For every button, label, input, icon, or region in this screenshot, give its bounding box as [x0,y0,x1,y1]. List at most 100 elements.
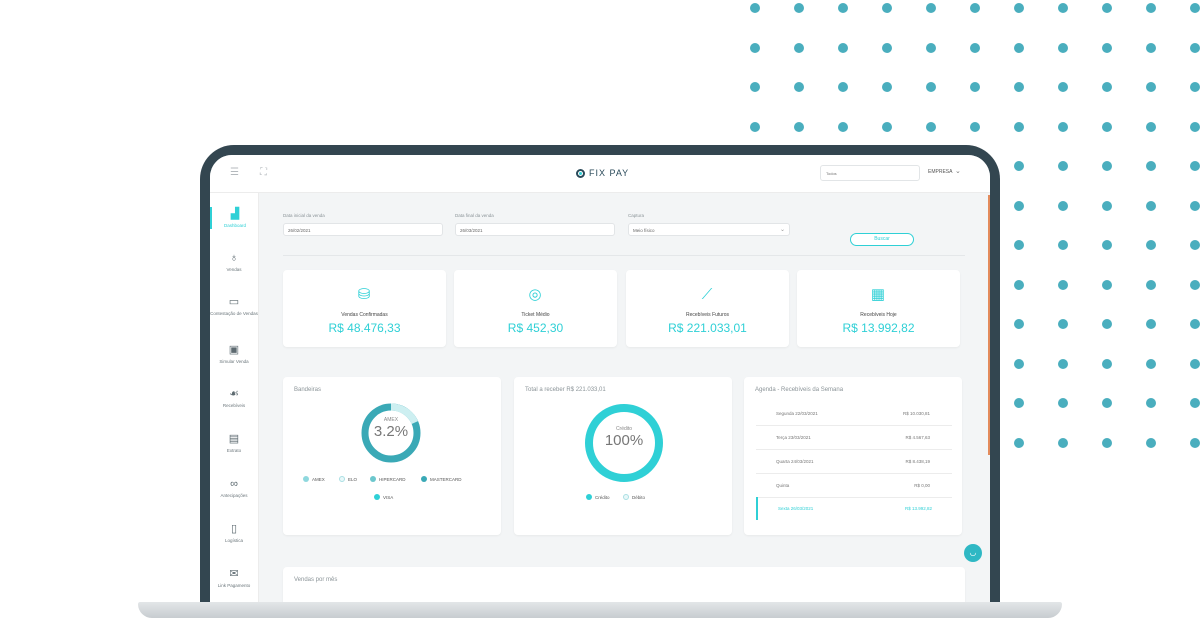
donut-value: 100% [604,432,644,449]
legend-dot [303,476,309,482]
sidebar-item-logistica[interactable]: ▯ Logística [210,522,258,544]
agenda-row[interactable]: Terça 23/03/2021 R$ 4.567,63 [756,426,952,450]
kpi-card-vendas: ⛁ Vendas Confirmadas R$ 48.476,33 [283,270,446,347]
card-title: Total a receber R$ 221.033,01 [525,387,606,393]
agenda-day: Quinta [776,483,790,488]
kpi-label: Vendas Confirmadas [341,312,388,318]
decorative-dot [1102,279,1112,290]
decorative-dot [1058,240,1068,250]
decorative-dot [1190,319,1200,329]
calculator-icon: ▣ [228,344,240,356]
agenda-row[interactable]: Quarta 24/03/2021 R$ 8.438,19 [756,450,952,474]
legend-label: AMEX [312,476,325,482]
sidebar-item-dashboard[interactable]: ▟ Dashboard [210,207,258,229]
decorative-dot [1146,3,1156,13]
sidebar-item-vendas[interactable]: ♁ Vendas [210,251,258,273]
agenda-card: Agenda - Recebíveis da Semana Segunda 22… [744,377,962,535]
start-date-field[interactable]: 26/02/2021 [283,223,443,236]
decorative-dot [750,3,760,13]
sidebar-item-simular-venda[interactable]: ▣ Simular Venda [210,343,258,365]
sidebar-item-label: Vendas [226,267,242,272]
kpi-label: Recebíveis Futuros [685,312,730,318]
decorative-dot [1058,161,1068,171]
decorative-dot [1058,437,1068,448]
coin-icon: ◎ [528,286,542,303]
legend-hipercard[interactable]: HIPERCARD [370,476,406,482]
legend-mastercard[interactable]: MASTERCARD [421,476,462,482]
decorative-dot [1058,358,1068,369]
decorative-dot [1014,240,1024,250]
legend-visa[interactable]: VISA [374,494,393,500]
legend-debito[interactable]: Débito [623,494,645,500]
decorative-dot [1146,398,1156,408]
agenda-day: Segunda 22/03/2021 [776,411,818,416]
decorative-dot [1102,42,1112,53]
search-button[interactable]: Buscar [850,233,914,246]
agenda-row-today[interactable]: Sexta 26/03/2021 R$ 13.992,82 [756,497,954,520]
bar-chart-icon: ▟ [230,208,240,220]
sidebar-item-antecipacoes[interactable]: ∞ Antecipações [210,477,258,499]
decorative-dot [1190,437,1200,448]
decorative-dot [1058,319,1068,329]
legend-dot [370,476,376,482]
decorative-dot [1058,121,1068,132]
end-date-field[interactable]: 26/03/2021 [455,223,615,236]
decorative-dot [1014,437,1024,448]
agenda-day: Terça 23/03/2021 [776,435,811,440]
kpi-card-ticket: ◎ Ticket Médio R$ 452,30 [454,270,617,347]
sidebar-item-recebiveis[interactable]: ☙ Recebíveis [210,387,258,409]
top-bar: ☰ ⛶ FIX PAY EMPRESA ⌄ [210,155,990,193]
decorative-dot [1102,398,1112,408]
legend-amex[interactable]: AMEX [303,476,325,482]
fullscreen-icon[interactable]: ⛶ [260,167,267,178]
decorative-dot [794,42,804,53]
decorative-dot [1190,42,1200,53]
end-date-label: Data final da venda [455,213,494,218]
decorative-dot [1014,82,1024,92]
chevron-down-icon[interactable]: ⌄ [955,167,961,175]
company-selector[interactable]: EMPRESA [928,169,952,175]
logo-icon [576,168,585,178]
decorative-dot [926,82,936,92]
total-receber-card: Total a receber R$ 221.033,01 Crédito 10… [514,377,732,535]
legend-label: Crédito [595,494,610,500]
scroll-indicator [988,195,990,455]
decorative-dot [1058,398,1068,408]
menu-icon[interactable]: ☰ [230,167,239,178]
decorative-dot [1058,42,1068,53]
decorative-dot [1146,358,1156,369]
donut-value: 3.2% [373,423,409,440]
kpi-label: Ticket Médio [521,312,550,318]
agenda-row[interactable]: Segunda 22/03/2021 R$ 10.030,81 [756,402,952,426]
sidebar-item-label: Antecipações [220,493,248,498]
kpi-value: R$ 13.992,82 [842,321,915,335]
agenda-day: Sexta 26/03/2021 [778,506,814,511]
kpi-value: R$ 48.476,33 [328,321,401,335]
decorative-dot [1190,200,1200,211]
kpi-label: Recebíveis Hoje [860,312,897,318]
decorative-dot [1058,82,1068,92]
chat-icon[interactable]: ◡ [964,544,982,562]
search-input[interactable] [820,165,920,181]
decorative-dot [1102,200,1112,211]
decorative-dot [1014,200,1024,211]
clipboard-list-icon: ▯ [230,523,238,535]
decorative-dot [1102,121,1112,132]
legend-credito[interactable]: Crédito [586,494,610,500]
legend-label: MASTERCARD [430,476,462,482]
legend-elo[interactable]: ELO [339,476,357,482]
decorative-dot [1190,279,1200,290]
sidebar-item-extrato[interactable]: ▤ Extrato [210,432,258,454]
decorative-dot [970,121,980,132]
hand-coin-icon: ☙ [229,388,239,400]
start-date-label: Data inicial da venda [283,213,325,218]
decorative-dot [838,82,848,92]
divider [283,255,965,256]
sidebar-item-link-pagamento[interactable]: ✉ Link Pagamento [210,567,258,589]
agenda-row[interactable]: Quinta R$ 0,00 [756,474,952,498]
card-icon: ▭ [228,296,240,308]
decorative-dot [1058,279,1068,290]
sidebar-item-contestacao[interactable]: ▭ Contestação de Vendas [210,295,258,317]
capture-select[interactable]: Meio físico ⌄ [628,223,790,236]
kpi-card-hoje: ▦ Recebíveis Hoje R$ 13.992,82 [797,270,960,347]
